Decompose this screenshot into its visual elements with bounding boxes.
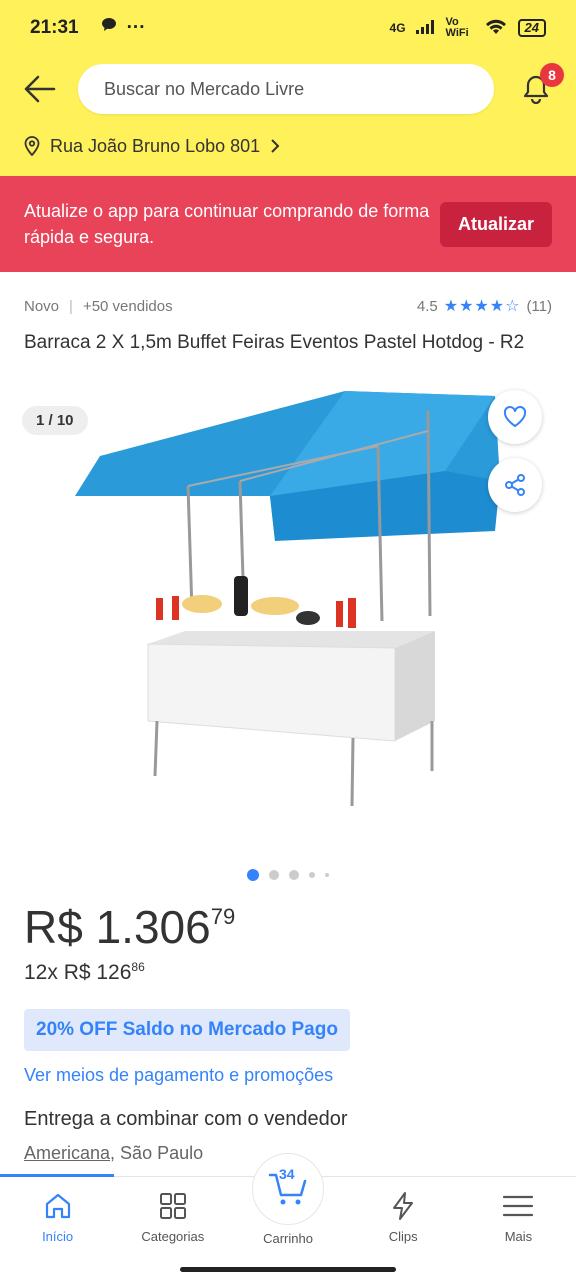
cart-count: 34 [279, 1166, 295, 1182]
signal-icon [415, 19, 436, 37]
pagination-dot[interactable] [269, 870, 279, 880]
menu-icon [502, 1189, 534, 1223]
star-rating-icon: ★★★★☆ [443, 298, 521, 315]
nav-label: Clips [388, 1229, 418, 1244]
chat-bubble-icon [101, 17, 117, 39]
nav-item-more[interactable]: Mais [461, 1177, 576, 1280]
status-time: 21:31 [30, 17, 79, 38]
condition-label: Novo [24, 297, 60, 315]
notifications-button[interactable]: 8 [516, 63, 564, 109]
active-tab-indicator [0, 1174, 114, 1177]
nav-item-home[interactable]: Início [0, 1177, 115, 1280]
back-button[interactable] [20, 69, 60, 109]
reviews-count: (11) [526, 297, 552, 315]
update-button[interactable]: Atualizar [439, 201, 552, 247]
rating[interactable]: 4.5 ★★★★☆ (11) [417, 296, 552, 316]
nav-label: Mais [504, 1229, 533, 1244]
search-placeholder: Buscar no Mercado Livre [104, 78, 305, 99]
nav-label: Categorias [141, 1229, 205, 1244]
clips-icon [390, 1189, 416, 1223]
pagination-dot[interactable] [247, 869, 259, 881]
image-counter: 1 / 10 [22, 406, 88, 435]
update-banner: Atualize o app para continuar comprando … [0, 176, 576, 272]
payment-methods-link[interactable]: Ver meios de pagamento e promoções [0, 1065, 576, 1086]
product-meta: Novo | +50 vendidos 4.5 ★★★★☆ (11) [0, 296, 576, 316]
bottom-navigation: Início Categorias 34 Carrinho Clips Mais [0, 1153, 576, 1280]
gallery-pagination [0, 868, 576, 882]
heart-icon [503, 406, 527, 427]
update-message: Atualize o app para continuar comprando … [24, 201, 430, 247]
price-block: R$ 1.30679 12x R$ 12686 [0, 900, 576, 985]
pagination-dot[interactable] [309, 872, 315, 878]
pagination-dot[interactable] [325, 873, 329, 877]
nav-label: Carrinho [263, 1231, 313, 1246]
home-icon [43, 1189, 73, 1223]
share-button[interactable] [488, 458, 542, 512]
nav-label: Início [42, 1229, 74, 1244]
categories-icon [158, 1189, 188, 1223]
notifications-badge: 8 [540, 63, 564, 87]
location-state: , São Paulo [110, 1143, 204, 1163]
cart-button[interactable]: 34 [252, 1153, 324, 1225]
meta-divider: | [69, 297, 73, 315]
home-indicator [180, 1267, 396, 1272]
chevron-right-icon [271, 139, 280, 153]
nav-item-clips[interactable]: Clips [346, 1177, 461, 1280]
network-label: 4G [389, 21, 406, 35]
address-text: Rua João Bruno Lobo 801 [50, 135, 261, 156]
app-header: 21:31 ··· 4G Vo WiFi 24 Buscar no Mercad… [0, 0, 576, 176]
arrow-left-icon [24, 75, 56, 103]
status-bar: 21:31 ··· 4G Vo WiFi 24 [0, 0, 576, 56]
volte-label: Vo WiFi [445, 16, 469, 39]
more-notifications-icon: ··· [126, 17, 146, 38]
pagination-dot[interactable] [289, 870, 299, 880]
delivery-info: Entrega a combinar com o vendedor [24, 1108, 348, 1130]
address-selector[interactable]: Rua João Bruno Lobo 801 [0, 122, 576, 170]
location-city[interactable]: Americana [24, 1143, 110, 1163]
nav-item-cart[interactable]: 34 Carrinho [230, 1153, 345, 1280]
price: R$ 1.30679 [24, 900, 552, 954]
share-icon [505, 474, 525, 496]
installments-amount: 12x R$ 126 [24, 961, 132, 984]
promo-badge: 20% OFF Saldo no Mercado Pago [24, 1009, 350, 1051]
favorite-button[interactable] [488, 390, 542, 444]
product-image [75, 391, 500, 807]
price-amount: R$ 1.306 [24, 901, 211, 953]
search-input[interactable]: Buscar no Mercado Livre [78, 64, 494, 114]
location-pin-icon [24, 136, 40, 156]
nav-item-categories[interactable]: Categorias [115, 1177, 230, 1280]
installments: 12x R$ 12686 [24, 960, 552, 985]
product-title: Barraca 2 X 1,5m Buffet Feiras Eventos P… [24, 332, 525, 353]
rating-value: 4.5 [416, 297, 438, 315]
sold-count: +50 vendidos [82, 297, 173, 315]
installments-cents: 86 [131, 960, 145, 974]
price-cents: 79 [210, 904, 236, 929]
wifi-icon [484, 18, 508, 39]
battery-indicator: 24 [517, 19, 546, 37]
product-gallery[interactable]: 1 / 10 [0, 386, 576, 856]
